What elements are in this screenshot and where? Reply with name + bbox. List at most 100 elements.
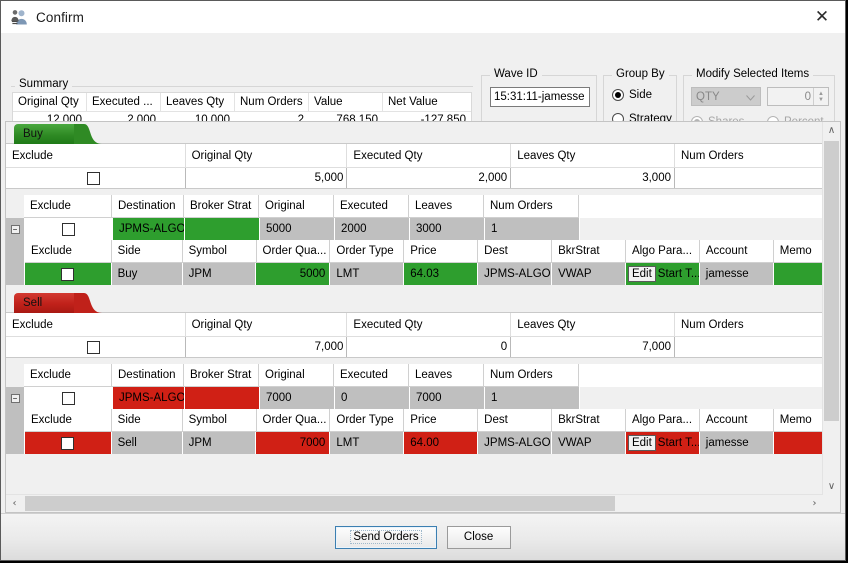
collapse-icon[interactable]: − <box>10 224 20 234</box>
sell-parent-exclude-cell[interactable] <box>25 387 113 409</box>
scroll-down-icon[interactable]: ∨ <box>823 478 840 495</box>
scroll-right-icon[interactable]: › <box>806 495 823 512</box>
sell-gs-val-leaves-qty: 7,000 <box>511 337 675 357</box>
sell-parent-col-leaves: Leaves <box>409 364 484 387</box>
sell-gs-val-executed-qty: 0 <box>347 337 512 357</box>
buy-parent-col-executed: Executed <box>334 195 409 218</box>
sell-child-order-type: LMT <box>330 432 405 454</box>
summary-col-original-qty: Original Qty <box>13 93 87 111</box>
sell-gs-val-num-orders <box>675 337 823 357</box>
scroll-up-icon[interactable]: ∧ <box>823 122 840 139</box>
sell-gs-exclude-checkbox-cell[interactable] <box>6 337 186 357</box>
buy-gs-header: Exclude Original Qty Executed Qty Leaves… <box>6 144 823 167</box>
close-button-label: Close <box>463 531 494 543</box>
sell-gs-values: 7,000 0 7,000 <box>6 336 823 357</box>
sell-child-dest: JPMS-ALGO <box>478 432 553 454</box>
checkbox-icon[interactable] <box>87 171 101 185</box>
buy-child-algo-params[interactable]: Edit Start T... <box>625 263 700 285</box>
buy-parent-col-broker-strat: Broker Strat <box>184 195 259 218</box>
sell-gs-col-executed-qty: Executed Qty <box>347 313 512 336</box>
horizontal-scroll-thumb[interactable] <box>25 496 615 511</box>
send-orders-label: Send Orders <box>350 530 422 544</box>
vertical-scrollbar[interactable]: ∧ ∨ <box>822 122 840 495</box>
buy-parent-exclude-cell[interactable] <box>25 218 113 240</box>
sell-parent-expander-cell[interactable]: − <box>6 387 25 409</box>
buy-child-col-side: Side <box>111 240 183 263</box>
buy-parent-broker-strat <box>185 218 260 240</box>
buy-parent-leaves: 3000 <box>410 218 485 240</box>
checkbox-icon[interactable] <box>61 436 75 450</box>
buy-gs-col-exclude: Exclude <box>6 144 186 167</box>
checkbox-icon[interactable] <box>62 222 75 236</box>
tab-buy[interactable]: Buy <box>14 124 102 144</box>
wave-id-input[interactable] <box>490 87 590 107</box>
sell-gs-val-original-qty: 7,000 <box>186 337 348 357</box>
summary-legend: Summary <box>15 78 73 90</box>
wave-id-groupbox: Wave ID <box>481 68 597 123</box>
sell-gs-col-exclude: Exclude <box>6 313 186 336</box>
spinner-down-icon[interactable]: ▼ <box>818 97 824 103</box>
tab-sell[interactable]: Sell <box>14 293 102 313</box>
buy-gs-col-executed-qty: Executed Qty <box>347 144 512 167</box>
buy-child-row[interactable]: Buy JPM 5000 LMT 64.03 JPMS-ALGO VWAP Ed… <box>6 263 823 285</box>
scroll-left-icon[interactable]: ‹ <box>6 495 23 512</box>
algo-edit-button[interactable]: Edit <box>627 266 656 282</box>
summary-header-row: Original Qty Executed ... Leaves Qty Num… <box>13 93 471 112</box>
buy-child-dest: JPMS-ALGO <box>478 263 553 285</box>
summary-col-leaves-qty: Leaves Qty <box>161 93 235 111</box>
sell-parent-broker-strat <box>185 387 260 409</box>
sell-parent-leaves: 7000 <box>410 387 485 409</box>
collapse-icon[interactable]: − <box>10 393 20 403</box>
buy-child-memo <box>773 263 823 285</box>
top-panel: Summary Original Qty Executed ... Leaves… <box>1 33 845 146</box>
buy-parent-executed: 2000 <box>335 218 410 240</box>
checkbox-icon[interactable] <box>61 267 75 281</box>
buy-gs-col-leaves-qty: Leaves Qty <box>511 144 675 167</box>
horizontal-scrollbar[interactable]: ‹ › <box>6 494 823 512</box>
buy-gs-col-num-orders: Num Orders <box>681 149 744 162</box>
buy-child-bkrstrat: VWAP <box>552 263 626 285</box>
buy-child-col-price: Price <box>404 240 479 263</box>
sell-child-row-gutter <box>6 432 25 454</box>
buy-child-price: 64.03 <box>404 263 479 285</box>
vertical-scroll-thumb[interactable] <box>824 141 839 421</box>
sell-parent-row[interactable]: − JPMS-ALGO 7000 0 7000 1 <box>6 387 823 409</box>
sell-child-header: Exclude Side Symbol Order Qua... Order T… <box>6 409 823 432</box>
summary-col-executed-qty: Executed ... <box>87 93 161 111</box>
sell-parent-original: 7000 <box>260 387 335 409</box>
modify-field-select[interactable]: QTY <box>691 87 761 106</box>
sell-child-symbol: JPM <box>182 432 257 454</box>
checkbox-icon[interactable] <box>62 391 75 405</box>
modify-amount-stepper[interactable]: 0 ▲ ▼ <box>767 87 829 106</box>
sell-child-exclude-cell[interactable] <box>25 432 112 454</box>
window-title: Confirm <box>36 9 84 25</box>
buy-gs-exclude-checkbox-cell[interactable] <box>6 168 186 188</box>
buy-parent-row[interactable]: − JPMS-ALGO 5000 2000 3000 1 <box>6 218 823 240</box>
spinner-arrows-icon[interactable]: ▲ ▼ <box>813 88 828 105</box>
radio-side-label: Side <box>629 89 653 101</box>
buy-child-col-account: Account <box>699 240 774 263</box>
checkbox-icon[interactable] <box>87 340 101 354</box>
confirm-dialog: Confirm ✕ Summary Original Qty Executed … <box>0 0 846 561</box>
buy-group-summary: Exclude Original Qty Executed Qty Leaves… <box>6 144 823 189</box>
close-icon[interactable]: ✕ <box>799 1 845 33</box>
sell-child-row[interactable]: Sell JPM 7000 LMT 64.00 JPMS-ALGO VWAP E… <box>6 432 823 454</box>
sell-child-col-price: Price <box>404 409 479 432</box>
sell-parent-col-exclude: Exclude <box>24 364 112 387</box>
buy-gs-col-original-qty: Original Qty <box>186 144 348 167</box>
sell-child-col-bkrstrat: BkrStrat <box>552 409 626 432</box>
close-button[interactable]: Close <box>446 525 511 549</box>
buy-child-exclude-cell[interactable] <box>25 263 112 285</box>
sell-parent-col-original: Original <box>259 364 334 387</box>
send-orders-button[interactable]: Send Orders <box>335 525 437 549</box>
buy-parent-row-filler <box>580 218 823 240</box>
sell-gs-col-num-orders: Num Orders <box>681 318 744 331</box>
sell-parent-col-executed: Executed <box>334 364 409 387</box>
sell-child-col-dest: Dest <box>478 409 553 432</box>
sell-parent-header-filler <box>579 364 823 387</box>
algo-edit-button[interactable]: Edit <box>627 435 656 451</box>
radio-group-by-side[interactable]: Side <box>612 89 652 101</box>
buy-parent-destination: JPMS-ALGO <box>113 218 185 240</box>
sell-child-algo-params[interactable]: Edit Start T... <box>625 432 700 454</box>
buy-parent-expander-cell[interactable]: − <box>6 218 25 240</box>
